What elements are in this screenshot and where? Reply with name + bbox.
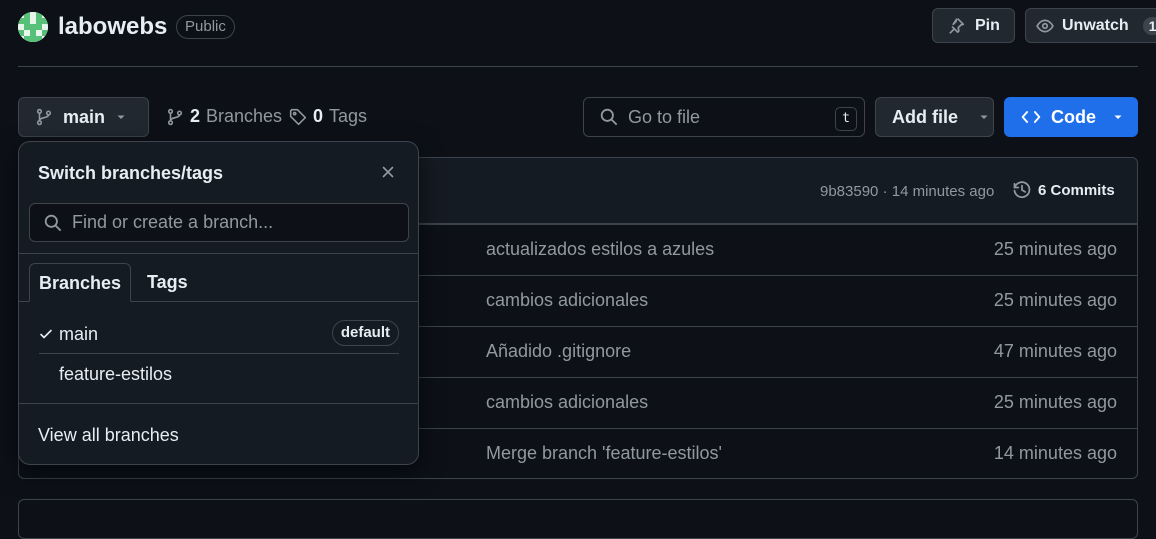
commit-message[interactable]: Añadido .gitignore <box>486 341 631 362</box>
branch-name: feature-estilos <box>59 364 173 384</box>
latest-commit-meta[interactable]: 9b83590 · 14 minutes ago <box>820 183 994 200</box>
dropdown-title: Switch branches/tags <box>38 163 224 183</box>
branches-link[interactable]: 2 Branches <box>166 106 282 127</box>
tab-tags[interactable]: Tags <box>147 263 188 302</box>
go-to-file-placeholder: Go to file <box>628 106 701 127</box>
history-icon <box>1012 180 1032 200</box>
tags-label: Tags <box>329 106 368 126</box>
branch-select-button[interactable]: main <box>18 97 149 137</box>
code-button[interactable]: Code <box>1004 97 1138 137</box>
readme-box <box>18 499 1138 539</box>
code-label: Code <box>1051 106 1096 127</box>
pin-label: Pin <box>975 16 1000 34</box>
branch-item-main[interactable]: main default <box>39 314 399 354</box>
add-file-button[interactable]: Add file <box>875 97 994 137</box>
branches-label: Branches <box>206 106 283 126</box>
visibility-badge: Public <box>176 15 235 39</box>
commit-message[interactable]: Merge branch 'feature-estilos' <box>486 443 722 464</box>
branch-switcher-dropdown: Switch branches/tags Find or create a br… <box>18 141 419 465</box>
default-badge: default <box>331 320 399 346</box>
go-to-file-input[interactable]: Go to file t <box>583 97 865 137</box>
commit-time: 25 minutes ago <box>993 392 1117 412</box>
commit-message[interactable]: cambios adicionales <box>486 290 648 311</box>
caret-down-icon <box>1112 111 1124 123</box>
branch-name: main <box>59 324 99 344</box>
caret-down-icon <box>115 111 127 123</box>
tag-icon <box>289 108 307 126</box>
commit-message[interactable]: cambios adicionales <box>486 392 648 413</box>
divider <box>19 253 418 254</box>
keyboard-shortcut-hint: t <box>835 107 857 131</box>
tags-link[interactable]: 0 Tags <box>289 106 367 127</box>
repo-name[interactable]: labowebs <box>58 13 167 41</box>
git-branch-icon <box>166 108 184 126</box>
caret-down-icon <box>978 111 990 123</box>
branch-search-placeholder: Find or create a branch... <box>72 212 274 232</box>
commit-time: 47 minutes ago <box>993 341 1117 361</box>
view-all-branches-link[interactable]: View all branches <box>38 425 179 446</box>
eye-icon <box>1036 17 1054 35</box>
commits-link[interactable]: 6 Commits <box>1012 180 1115 200</box>
divider <box>19 403 418 404</box>
branches-count: 2 <box>190 106 201 126</box>
search-icon <box>600 108 618 126</box>
branch-item-feature-estilos[interactable]: feature-estilos <box>39 354 399 394</box>
code-icon <box>1021 108 1041 126</box>
commit-message[interactable]: actualizados estilos a azules <box>486 239 714 260</box>
branch-search-input[interactable]: Find or create a branch... <box>29 203 409 242</box>
pin-button[interactable]: Pin <box>932 8 1015 43</box>
unwatch-button[interactable]: Unwatch 1 <box>1025 8 1156 43</box>
add-file-label: Add file <box>892 106 958 127</box>
commits-label: 6 Commits <box>1038 181 1115 199</box>
commit-time: 25 minutes ago <box>993 290 1117 310</box>
tags-count: 0 <box>313 106 324 126</box>
git-branch-icon <box>35 108 53 126</box>
pin-icon <box>947 17 965 35</box>
tab-branches[interactable]: Branches <box>29 263 131 302</box>
check-icon <box>39 327 53 341</box>
current-branch: main <box>63 106 106 127</box>
commit-time: 25 minutes ago <box>993 239 1117 259</box>
watch-count: 1 <box>1142 16 1156 35</box>
repo-avatar <box>18 12 48 42</box>
header-divider <box>18 66 1138 67</box>
search-icon <box>44 214 62 232</box>
close-icon[interactable] <box>380 164 396 180</box>
unwatch-label: Unwatch <box>1062 16 1129 34</box>
commit-time: 14 minutes ago <box>993 443 1117 463</box>
